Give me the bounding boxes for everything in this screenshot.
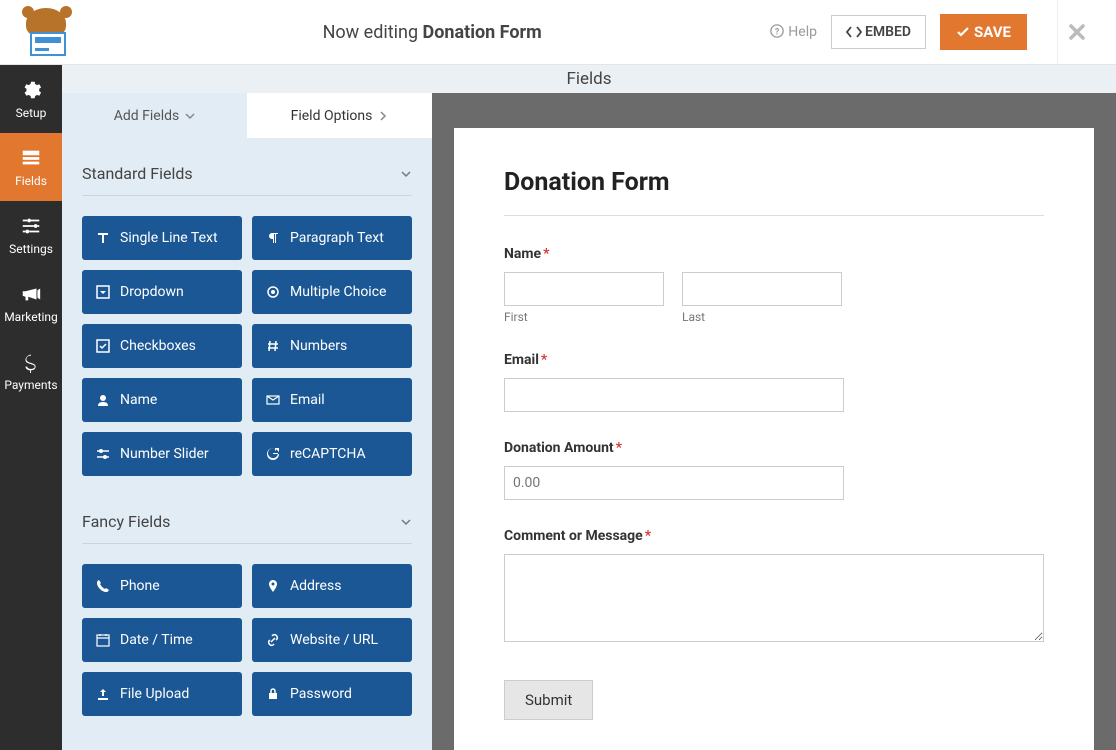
form-icon [20, 147, 42, 169]
caret-square-icon [96, 285, 110, 299]
field-single-line-text[interactable]: Single Line Text [82, 216, 242, 260]
label-comment: Comment or Message* [504, 528, 1044, 544]
hash-icon [266, 339, 280, 353]
nav-marketing[interactable]: Marketing [0, 269, 62, 337]
sliders-icon [96, 447, 110, 461]
check-square-icon [96, 339, 110, 353]
field-date-time[interactable]: Date / Time [82, 618, 242, 662]
marker-icon [266, 579, 280, 593]
bullhorn-icon [20, 283, 42, 305]
tab-field-options[interactable]: Field Options [247, 93, 432, 138]
input-last-name[interactable] [682, 272, 842, 306]
user-icon [96, 393, 110, 407]
label-email: Email* [504, 352, 1044, 368]
calendar-icon [96, 633, 110, 647]
section-standard-fields[interactable]: Standard Fields [82, 138, 412, 196]
radio-icon [266, 285, 280, 299]
sublabel-first: First [504, 310, 664, 324]
field-number-slider[interactable]: Number Slider [82, 432, 242, 476]
logo [20, 8, 74, 56]
nav-fields[interactable]: Fields [0, 133, 62, 201]
field-paragraph-text[interactable]: Paragraph Text [252, 216, 412, 260]
link-icon [266, 633, 280, 647]
google-icon [266, 447, 280, 461]
field-file-upload[interactable]: File Upload [82, 672, 242, 716]
svg-text:?: ? [775, 28, 780, 38]
phone-icon [96, 579, 110, 593]
chevron-down-icon [185, 111, 195, 121]
upload-icon [96, 687, 110, 701]
page-title: Now editing Donation Form [94, 22, 770, 43]
tab-add-fields[interactable]: Add Fields [62, 93, 247, 138]
sidebar-nav: Setup Fields Settings Marketing Payments [0, 65, 62, 750]
field-row-email[interactable]: Email* [504, 352, 1044, 412]
field-website-url[interactable]: Website / URL [252, 618, 412, 662]
top-bar: Now editing Donation Form ?Help EMBED SA… [0, 0, 1116, 65]
envelope-icon [266, 393, 280, 407]
close-button[interactable] [1057, 0, 1096, 64]
input-amount[interactable] [504, 466, 844, 500]
field-dropdown[interactable]: Dropdown [82, 270, 242, 314]
field-multiple-choice[interactable]: Multiple Choice [252, 270, 412, 314]
paragraph-icon [266, 231, 280, 245]
nav-payments[interactable]: Payments [0, 337, 62, 405]
help-link[interactable]: ?Help [770, 24, 817, 40]
save-button[interactable]: SAVE [940, 14, 1027, 50]
sublabel-last: Last [682, 310, 842, 324]
field-phone[interactable]: Phone [82, 564, 242, 608]
field-row-name[interactable]: Name* First Last [504, 246, 1044, 324]
input-comment[interactable] [504, 554, 1044, 642]
gear-icon [20, 79, 42, 101]
field-row-amount[interactable]: Donation Amount* [504, 440, 1044, 500]
dollar-icon [20, 351, 42, 373]
fields-panel: Add Fields Field Options Standard Fields [62, 93, 432, 750]
input-email[interactable] [504, 378, 844, 412]
nav-settings[interactable]: Settings [0, 201, 62, 269]
chevron-down-icon [400, 516, 412, 528]
section-title: Fields [62, 65, 1116, 93]
embed-button[interactable]: EMBED [831, 15, 926, 49]
label-amount: Donation Amount* [504, 440, 1044, 456]
form-title: Donation Form [504, 168, 1044, 197]
submit-button[interactable]: Submit [504, 680, 593, 720]
field-row-comment[interactable]: Comment or Message* [504, 528, 1044, 646]
preview-area: Donation Form Name* First Last [432, 93, 1116, 750]
form-preview: Donation Form Name* First Last [454, 128, 1094, 750]
field-recaptcha[interactable]: reCAPTCHA [252, 432, 412, 476]
chevron-right-icon [378, 111, 388, 121]
sliders-icon [20, 215, 42, 237]
field-address[interactable]: Address [252, 564, 412, 608]
field-password[interactable]: Password [252, 672, 412, 716]
field-checkboxes[interactable]: Checkboxes [82, 324, 242, 368]
nav-setup[interactable]: Setup [0, 65, 62, 133]
input-first-name[interactable] [504, 272, 664, 306]
field-numbers[interactable]: Numbers [252, 324, 412, 368]
text-icon [96, 231, 110, 245]
section-fancy-fields[interactable]: Fancy Fields [82, 486, 412, 544]
field-email[interactable]: Email [252, 378, 412, 422]
label-name: Name* [504, 246, 1044, 262]
lock-icon [266, 687, 280, 701]
chevron-down-icon [400, 168, 412, 180]
field-name[interactable]: Name [82, 378, 242, 422]
